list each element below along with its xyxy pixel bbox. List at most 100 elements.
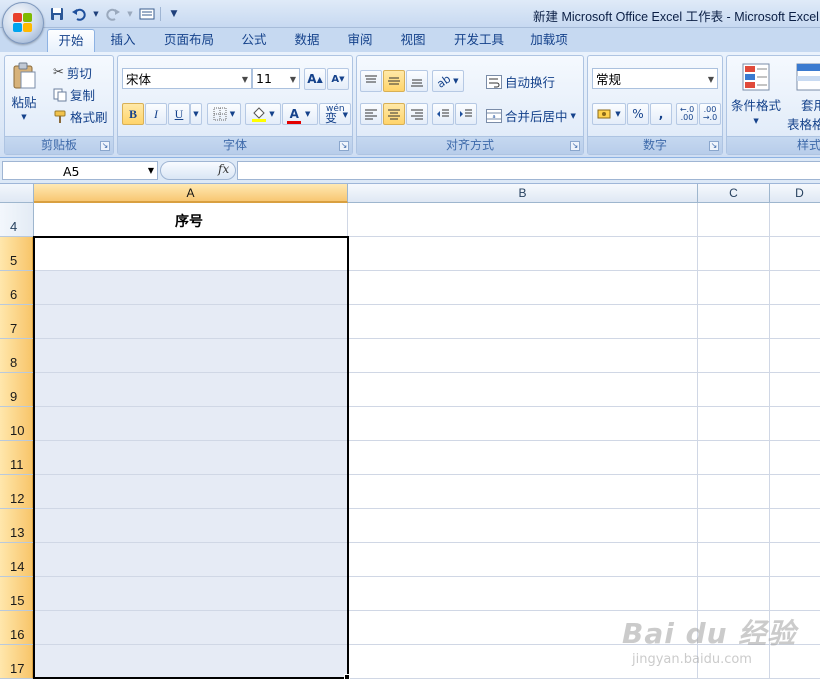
cell-a4[interactable]: 序号 bbox=[34, 203, 348, 237]
cell-c7[interactable] bbox=[698, 305, 770, 339]
row-header-10[interactable]: 10 bbox=[0, 407, 34, 441]
undo-icon[interactable] bbox=[70, 5, 88, 23]
cell-d4[interactable] bbox=[770, 203, 820, 237]
percent-style-button[interactable]: % bbox=[627, 103, 649, 125]
borders-button[interactable]: ▼ bbox=[207, 103, 241, 125]
conditional-formatting-button[interactable]: 条件格式 ▼ bbox=[731, 62, 781, 125]
align-right-button[interactable] bbox=[406, 103, 428, 125]
row-header-6[interactable]: 6 bbox=[0, 271, 34, 305]
tab-formulas[interactable]: 公式 bbox=[234, 29, 274, 52]
print-preview-icon[interactable] bbox=[138, 5, 156, 23]
increase-decimal-button[interactable]: ←.0 .00 bbox=[676, 103, 698, 125]
cell-c8[interactable] bbox=[698, 339, 770, 373]
align-middle-button[interactable] bbox=[383, 70, 405, 92]
comma-style-button[interactable]: , bbox=[650, 103, 672, 125]
row-header-16[interactable]: 16 bbox=[0, 611, 34, 645]
align-left-button[interactable] bbox=[360, 103, 382, 125]
cell-a16[interactable] bbox=[34, 611, 348, 645]
redo-dropdown-icon[interactable]: ▼ bbox=[126, 5, 134, 23]
cell-c11[interactable] bbox=[698, 441, 770, 475]
paste-button[interactable]: 粘贴 ▼ bbox=[11, 62, 37, 121]
undo-dropdown-icon[interactable]: ▼ bbox=[92, 5, 100, 23]
copy-button[interactable]: 复制 bbox=[53, 85, 95, 104]
insert-function-icon[interactable]: fx bbox=[218, 162, 229, 176]
tab-page-layout[interactable]: 页面布局 bbox=[158, 29, 220, 52]
row-header-13[interactable]: 13 bbox=[0, 509, 34, 543]
row-header-7[interactable]: 7 bbox=[0, 305, 34, 339]
cell-a15[interactable] bbox=[34, 577, 348, 611]
cell-d10[interactable] bbox=[770, 407, 820, 441]
cell-d14[interactable] bbox=[770, 543, 820, 577]
phonetic-button[interactable]: wén 变 ▼ bbox=[319, 103, 351, 125]
cell-c4[interactable] bbox=[698, 203, 770, 237]
row-header-8[interactable]: 8 bbox=[0, 339, 34, 373]
cell-a9[interactable] bbox=[34, 373, 348, 407]
cell-a5[interactable] bbox=[34, 237, 348, 271]
tab-review[interactable]: 审阅 bbox=[340, 29, 380, 52]
cell-c15[interactable] bbox=[698, 577, 770, 611]
cell-d11[interactable] bbox=[770, 441, 820, 475]
cell-a13[interactable] bbox=[34, 509, 348, 543]
cell-d8[interactable] bbox=[770, 339, 820, 373]
accounting-format-button[interactable]: ▼ bbox=[592, 103, 626, 125]
cell-b10[interactable] bbox=[348, 407, 698, 441]
cell-b9[interactable] bbox=[348, 373, 698, 407]
row-header-4[interactable]: 4 bbox=[0, 203, 34, 237]
cell-a17[interactable] bbox=[34, 645, 348, 679]
row-header-11[interactable]: 11 bbox=[0, 441, 34, 475]
cell-b13[interactable] bbox=[348, 509, 698, 543]
column-header-c[interactable]: C bbox=[698, 184, 770, 203]
cell-b15[interactable] bbox=[348, 577, 698, 611]
cell-a6[interactable] bbox=[34, 271, 348, 305]
cell-c5[interactable] bbox=[698, 237, 770, 271]
cell-c12[interactable] bbox=[698, 475, 770, 509]
cell-a8[interactable] bbox=[34, 339, 348, 373]
tab-view[interactable]: 视图 bbox=[393, 29, 433, 52]
decrease-decimal-button[interactable]: .00 →.0 bbox=[699, 103, 721, 125]
format-as-table-button[interactable]: 套用 表格格 bbox=[787, 62, 820, 133]
tab-insert[interactable]: 插入 bbox=[103, 29, 143, 52]
row-header-12[interactable]: 12 bbox=[0, 475, 34, 509]
tab-add-ins[interactable]: 加载项 bbox=[524, 29, 574, 52]
align-center-button[interactable] bbox=[383, 103, 405, 125]
formula-input[interactable] bbox=[237, 161, 820, 180]
italic-button[interactable]: I bbox=[145, 103, 167, 125]
cell-a12[interactable] bbox=[34, 475, 348, 509]
name-box[interactable]: A5 ▼ bbox=[2, 161, 158, 180]
tab-developer[interactable]: 开发工具 bbox=[448, 29, 510, 52]
fill-handle[interactable] bbox=[344, 674, 350, 680]
decrease-indent-button[interactable] bbox=[432, 103, 454, 125]
office-button[interactable] bbox=[2, 2, 44, 44]
column-header-a[interactable]: A bbox=[34, 184, 348, 203]
cell-d6[interactable] bbox=[770, 271, 820, 305]
clipboard-launcher-icon[interactable]: ↘ bbox=[100, 141, 110, 151]
cell-b6[interactable] bbox=[348, 271, 698, 305]
cell-b8[interactable] bbox=[348, 339, 698, 373]
cell-d9[interactable] bbox=[770, 373, 820, 407]
row-header-17[interactable]: 17 bbox=[0, 645, 34, 679]
cell-c13[interactable] bbox=[698, 509, 770, 543]
cell-a7[interactable] bbox=[34, 305, 348, 339]
font-size-combo[interactable]: 11 ▼ bbox=[252, 68, 300, 89]
cell-a14[interactable] bbox=[34, 543, 348, 577]
tab-home[interactable]: 开始 bbox=[47, 29, 95, 52]
row-header-15[interactable]: 15 bbox=[0, 577, 34, 611]
redo-icon[interactable] bbox=[104, 5, 122, 23]
shrink-font-button[interactable]: A ▼ bbox=[327, 68, 349, 90]
cell-d13[interactable] bbox=[770, 509, 820, 543]
cell-a11[interactable] bbox=[34, 441, 348, 475]
cut-button[interactable]: ✂ 剪切 bbox=[53, 63, 92, 82]
alignment-launcher-icon[interactable]: ↘ bbox=[570, 141, 580, 151]
number-format-combo[interactable]: 常规 ▼ bbox=[592, 68, 718, 89]
cell-b12[interactable] bbox=[348, 475, 698, 509]
font-name-combo[interactable]: 宋体 ▼ bbox=[122, 68, 252, 89]
cell-b4[interactable] bbox=[348, 203, 698, 237]
align-bottom-button[interactable] bbox=[406, 70, 428, 92]
cell-b7[interactable] bbox=[348, 305, 698, 339]
underline-button[interactable]: U bbox=[168, 103, 190, 125]
cell-a10[interactable] bbox=[34, 407, 348, 441]
tab-data[interactable]: 数据 bbox=[287, 29, 327, 52]
row-header-9[interactable]: 9 bbox=[0, 373, 34, 407]
bold-button[interactable]: B bbox=[122, 103, 144, 125]
align-top-button[interactable] bbox=[360, 70, 382, 92]
